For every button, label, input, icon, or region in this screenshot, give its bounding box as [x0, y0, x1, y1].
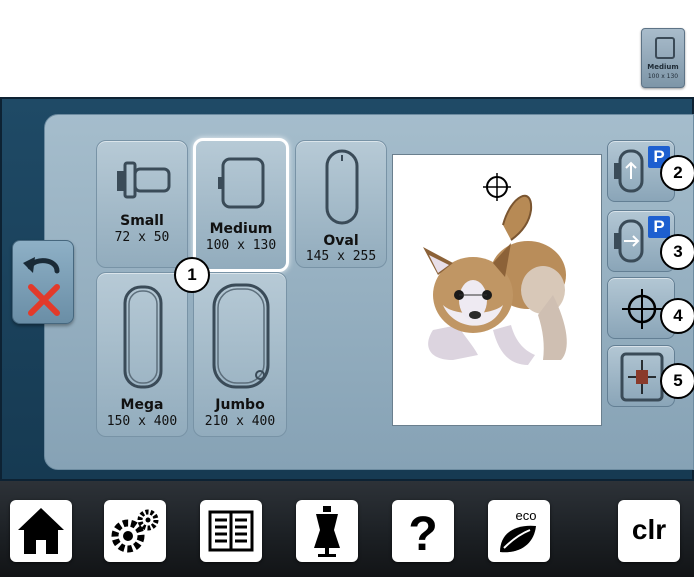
design-preview: [392, 154, 602, 426]
hoop-size: 100 x 130: [205, 238, 277, 253]
hoop-tile-small[interactable]: Small 72 x 50: [96, 140, 188, 268]
undo-arrow-icon: [23, 257, 60, 316]
gear-icon: [111, 509, 159, 553]
clear-button[interactable]: clr: [618, 500, 680, 562]
callout-1: 1: [174, 257, 210, 293]
current-hoop-size: 100 x 130: [647, 73, 679, 80]
hoop-tile-jumbo[interactable]: Jumbo 210 x 400: [193, 272, 287, 437]
book-icon: [208, 510, 254, 552]
hoop-size: 150 x 400: [106, 414, 178, 429]
hoop-size: 145 x 255: [305, 249, 377, 264]
clr-label: clr: [631, 514, 667, 545]
eco-label: eco: [516, 508, 537, 523]
callout-2: 2: [660, 155, 694, 191]
home-icon: [18, 508, 64, 554]
question-icon: ?: [408, 508, 437, 561]
jumbo-hoop-icon: [212, 283, 270, 389]
eco-button[interactable]: eco: [488, 500, 550, 562]
small-hoop-icon: [117, 161, 171, 199]
hoop-tile-oval[interactable]: Oval 145 x 255: [295, 140, 387, 268]
hoop-tile-mega[interactable]: Mega 150 x 400: [96, 272, 188, 437]
mega-hoop-icon: [123, 285, 163, 389]
tutorial-button[interactable]: [200, 500, 262, 562]
help-button[interactable]: ?: [392, 500, 454, 562]
callout-3: 3: [660, 234, 694, 270]
hoop-tile-medium[interactable]: Medium 100 x 130: [193, 138, 289, 272]
oval-hoop-icon: [325, 149, 359, 225]
svg-text:?: ?: [408, 508, 437, 561]
hoop-name: Oval: [323, 233, 359, 249]
hoop-name: Small: [120, 213, 164, 229]
current-hoop-name: Medium: [647, 63, 679, 71]
hoop-name: Jumbo: [215, 397, 265, 413]
close-x-icon: [28, 284, 60, 316]
dress-form-icon: [314, 506, 340, 557]
park-badge: P: [648, 216, 670, 238]
home-button[interactable]: [10, 500, 72, 562]
callout-5: 5: [660, 363, 694, 399]
hoop-size: 210 x 400: [204, 414, 276, 429]
hoop-size: 72 x 50: [114, 230, 170, 245]
design-center-crosshair-icon: [483, 173, 511, 201]
hoop-frame-icon: [655, 37, 675, 59]
creative-consultant-button[interactable]: [296, 500, 358, 562]
current-hoop-icon: Medium 100 x 130: [641, 28, 685, 88]
setup-button[interactable]: [104, 500, 166, 562]
eco-leaf-icon: eco: [500, 508, 537, 553]
dog-embroidery-image: [423, 173, 567, 365]
callout-4: 4: [660, 298, 694, 334]
medium-hoop-icon: [218, 157, 265, 209]
hoop-name: Medium: [209, 221, 273, 237]
back-close-button[interactable]: [12, 240, 74, 324]
hoop-name: Mega: [120, 397, 164, 413]
